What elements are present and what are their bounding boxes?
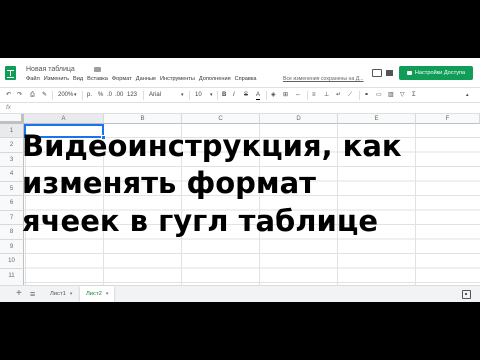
more-formats-button[interactable]: 123 (127, 92, 137, 99)
column-header-c[interactable]: C (182, 114, 260, 124)
column-header-a[interactable]: A (24, 114, 104, 124)
menu-data[interactable]: Данные (136, 76, 156, 85)
toolbar-divider (217, 91, 218, 100)
font-size-chevron-down-icon[interactable]: ▾ (210, 92, 213, 99)
toolbar-divider (266, 91, 267, 100)
menu-bar: Файл Изменить Вид Вставка Формат Данные … (26, 76, 257, 85)
spreadsheet-app: Новая таблица Файл Изменить Вид Вставка … (0, 58, 480, 302)
menu-addons[interactable]: Дополнения (199, 76, 231, 85)
insert-chart-icon[interactable]: ▥ (388, 92, 394, 99)
caption-line-3: ячеек в гугл таблице (22, 204, 378, 238)
row-header-9[interactable]: 9 (0, 240, 24, 254)
toolbar-divider (143, 91, 144, 100)
fx-icon: fx (6, 104, 12, 111)
font-select[interactable]: Arial (149, 92, 161, 99)
column-header-b[interactable]: B (104, 114, 182, 124)
select-all-corner[interactable] (0, 114, 24, 124)
share-button-label: Настройки Доступа (414, 70, 466, 76)
font-chevron-down-icon[interactable]: ▾ (181, 92, 184, 99)
increase-decimal-button[interactable]: .00 (115, 92, 123, 99)
menu-format[interactable]: Формат (112, 76, 132, 85)
menu-edit[interactable]: Изменить (44, 76, 69, 85)
print-icon[interactable]: ⎙ (30, 92, 35, 99)
sheet-tab-chevron-down-icon[interactable]: ▾ (106, 291, 109, 297)
column-header-e[interactable]: E (338, 114, 416, 124)
menu-insert[interactable]: Вставка (87, 76, 108, 85)
share-lock-icon (406, 71, 412, 75)
insert-comment-icon[interactable]: ▭ (376, 92, 382, 99)
column-header-d[interactable]: D (260, 114, 338, 124)
sheet-tab-label: Лист2 (86, 291, 102, 297)
letterbox-bottom (0, 302, 480, 360)
merge-cells-icon[interactable]: ⇔ (295, 92, 301, 99)
row-header-7[interactable]: 7 (0, 211, 24, 225)
row-header-8[interactable]: 8 (0, 225, 24, 240)
sheet-tab-list2[interactable]: Лист2 ▾ (80, 286, 115, 302)
toolbar-divider (189, 91, 190, 100)
borders-icon[interactable]: ⊞ (283, 92, 288, 99)
text-rotation-icon[interactable]: ⟋ (348, 92, 352, 99)
bold-button[interactable]: B (222, 92, 226, 99)
document-title[interactable]: Новая таблица (26, 66, 75, 73)
row-header-6[interactable]: 6 (0, 196, 24, 211)
all-sheets-button[interactable]: ≡ (30, 288, 35, 300)
row-header-11[interactable]: 11 (0, 269, 24, 286)
text-color-button[interactable]: A (256, 92, 261, 100)
fill-color-icon[interactable]: ◈ (271, 92, 276, 99)
row-header-3[interactable]: 3 (0, 153, 24, 167)
row-header-10[interactable]: 10 (0, 254, 24, 269)
menu-file[interactable]: Файл (26, 76, 40, 85)
strikethrough-button[interactable]: S (244, 92, 248, 99)
collapse-toolbar-chevron-up-icon[interactable]: ▴ (466, 92, 469, 99)
formula-bar: fx (0, 103, 480, 114)
save-status-link[interactable]: Все изменения сохранены на Д... (283, 76, 364, 82)
sheet-tab-label: Лист1 (50, 291, 66, 297)
row-header-1[interactable]: 1 (0, 124, 24, 138)
toolbar-divider (82, 91, 83, 100)
caption-line-1: Видеоинструкция, как (22, 129, 402, 163)
filter-icon[interactable]: ▽ (400, 92, 405, 99)
share-button[interactable]: Настройки Доступа (399, 66, 473, 80)
italic-button[interactable]: I (233, 92, 235, 99)
row-header-4[interactable]: 4 (0, 167, 24, 182)
sheet-tab-bar: + ≡ Лист1 ▾ Лист2 ▾ (0, 285, 480, 302)
toolbar-divider (359, 91, 360, 100)
percent-format-button[interactable]: % (98, 92, 103, 99)
add-sheet-button[interactable]: + (16, 288, 22, 300)
sheets-logo-icon[interactable] (5, 66, 16, 80)
undo-icon[interactable]: ↶ (6, 92, 11, 99)
link-icon[interactable]: ⚭ (364, 92, 369, 99)
sheet-tab-chevron-down-icon[interactable]: ▾ (70, 291, 73, 297)
caption-line-2: изменять формат (22, 166, 316, 200)
toolbar-divider (307, 91, 308, 100)
folder-icon[interactable] (94, 67, 101, 72)
toolbar: ↶ ↷ ⎙ ✎ 200% ▾ р. % .0 .00 123 Arial ▾ 1… (0, 87, 480, 103)
row-header-2[interactable]: 2 (0, 138, 24, 153)
horizontal-align-icon[interactable]: ≡ (312, 92, 316, 99)
redo-icon[interactable]: ↷ (17, 92, 22, 99)
column-header-f[interactable]: F (416, 114, 480, 124)
title-bar: Новая таблица Файл Изменить Вид Вставка … (0, 58, 480, 86)
vertical-align-icon[interactable]: ⊥ (324, 92, 329, 99)
toolbar-divider (52, 91, 53, 100)
sheet-tab-list1[interactable]: Лист1 ▾ (44, 286, 78, 302)
comment-icon[interactable] (372, 69, 382, 77)
menu-help[interactable]: Справка (235, 76, 257, 85)
zoom-chevron-down-icon[interactable]: ▾ (74, 92, 77, 99)
menu-tools[interactable]: Инструменты (160, 76, 195, 85)
functions-icon[interactable]: Σ (412, 92, 416, 99)
decrease-decimal-button[interactable]: .0 (107, 92, 112, 99)
currency-format-button[interactable]: р. (87, 92, 92, 99)
explore-icon[interactable] (462, 290, 471, 299)
row-header-5[interactable]: 5 (0, 182, 24, 196)
menu-view[interactable]: Вид (73, 76, 83, 85)
text-wrap-icon[interactable]: ↵ (336, 92, 341, 99)
paint-format-icon[interactable]: ✎ (42, 92, 47, 99)
font-size-select[interactable]: 10 (195, 92, 202, 99)
letterbox-top (0, 0, 480, 58)
zoom-select[interactable]: 200% (58, 92, 73, 99)
lock-icon (386, 70, 393, 76)
